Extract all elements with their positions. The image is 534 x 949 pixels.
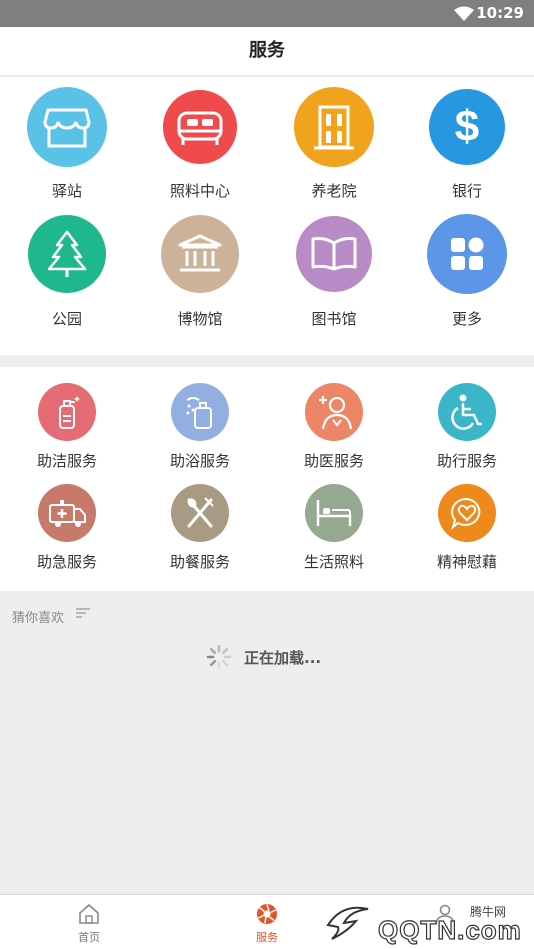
- service-label: 更多: [451, 310, 482, 328]
- assist-item-mobility[interactable]: 助行服务: [400, 367, 534, 470]
- assist-item-comfort[interactable]: 精神慰藉: [400, 468, 534, 571]
- sort-icon[interactable]: [75, 607, 91, 619]
- watermark: 腾牛网 QQTN.com: [320, 895, 534, 949]
- assist-label: 助急服务: [36, 553, 97, 571]
- service-label: 博物馆: [177, 310, 223, 328]
- service-item-nursing-home[interactable]: 养老院: [267, 77, 401, 207]
- wheelchair-icon: [438, 383, 496, 441]
- service-label: 公园: [51, 310, 82, 328]
- spinner-icon: [206, 644, 232, 670]
- service-item-museum[interactable]: 博物馆: [133, 205, 267, 335]
- recommend-section: 猜你喜欢 正在加载...: [0, 592, 534, 892]
- store-icon: [27, 87, 107, 167]
- watermark-domain: QQTN.com: [377, 914, 522, 945]
- status-time: 10:29: [476, 4, 524, 22]
- heart-chat-icon: [438, 484, 496, 542]
- museum-icon: [161, 215, 239, 293]
- hospital-bed-icon: [305, 484, 363, 542]
- service-item-more[interactable]: 更多: [400, 205, 534, 335]
- assist-item-medical[interactable]: 助医服务: [267, 367, 401, 470]
- doctor-icon: [305, 383, 363, 441]
- service-item-bank[interactable]: $ 银行: [400, 77, 534, 207]
- tab-label: 首页: [78, 931, 100, 944]
- service-item-park[interactable]: 公园: [0, 205, 134, 335]
- assist-item-daily-care[interactable]: 生活照料: [267, 468, 401, 571]
- recommend-title: 猜你喜欢: [12, 611, 65, 626]
- book-icon: [296, 216, 372, 292]
- service-label: 图书馆: [311, 310, 357, 328]
- ambulance-icon: [38, 484, 96, 542]
- aperture-icon: [257, 904, 277, 924]
- bed-icon: [163, 90, 237, 164]
- grid-icon: [427, 214, 507, 294]
- service-item-station[interactable]: 驿站: [0, 77, 134, 207]
- service-item-care-center[interactable]: 照料中心: [133, 77, 267, 207]
- assist-panel: 助洁服务 助浴服务 助医服务 助行服务 助急服务 助餐服务 生活照料 精神慰藉: [0, 367, 534, 591]
- service-label: 照料中心: [169, 182, 230, 200]
- assist-label: 助餐服务: [169, 553, 230, 571]
- tab-home[interactable]: 首页: [0, 895, 178, 949]
- shower-icon: [171, 383, 229, 441]
- assist-item-cleaning[interactable]: 助洁服务: [0, 367, 134, 470]
- assist-item-emergency[interactable]: 助急服务: [0, 468, 134, 571]
- assist-item-meals[interactable]: 助餐服务: [133, 468, 267, 571]
- service-label: 驿站: [51, 182, 82, 200]
- watermark-logo: [326, 906, 369, 940]
- page-title: 服务: [0, 27, 534, 76]
- service-label: 银行: [451, 182, 482, 200]
- assist-label: 精神慰藉: [436, 553, 497, 571]
- dollar-icon: $: [429, 89, 505, 165]
- tree-icon: [28, 215, 106, 293]
- sanitizer-icon: [38, 383, 96, 441]
- services-panel: 驿站 照料中心 养老院 $ 银行 公园 博物馆 图书馆 更多: [0, 77, 534, 355]
- assist-item-bathing[interactable]: 助浴服务: [133, 367, 267, 470]
- service-item-library[interactable]: 图书馆: [267, 205, 401, 335]
- assist-label: 生活照料: [303, 553, 364, 571]
- service-label: 养老院: [311, 182, 357, 200]
- loading-indicator: 正在加载...: [206, 644, 321, 670]
- loading-text: 正在加载...: [244, 648, 322, 667]
- status-bar: 10:29: [0, 0, 534, 27]
- building-icon: [294, 87, 374, 167]
- home-icon: [79, 904, 99, 924]
- fork-knife-icon: [171, 484, 229, 542]
- wifi-icon: [454, 6, 474, 21]
